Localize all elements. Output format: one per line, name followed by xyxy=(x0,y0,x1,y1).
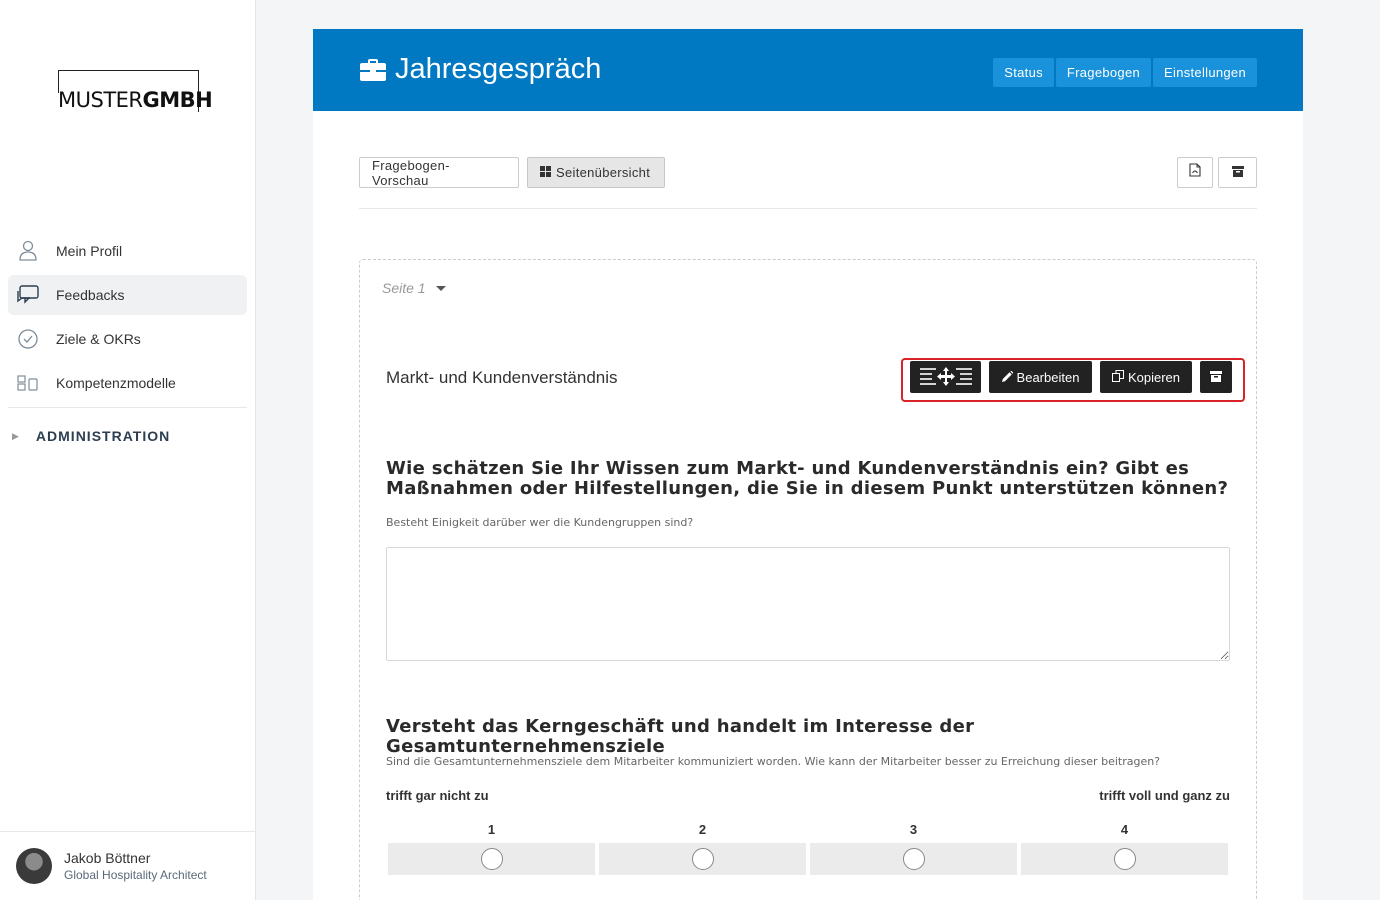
pdf-file-icon xyxy=(1189,163,1201,182)
user-name: Jakob Böttner xyxy=(64,850,151,866)
scale-option-4[interactable] xyxy=(1021,843,1228,875)
sidebar: MUSTERGMBH Mein Profil Feedbacks Ziele &… xyxy=(0,0,256,900)
section-title: Markt- und Kundenverständnis xyxy=(386,368,618,387)
sidebar-item-label: Mein Profil xyxy=(56,243,123,259)
question-1-title: Wie schätzen Sie Ihr Wissen zum Markt- u… xyxy=(386,458,1229,499)
einstellungen-button[interactable]: Einstellungen xyxy=(1153,58,1257,87)
scale-option-2[interactable] xyxy=(599,843,806,875)
archive-section-button[interactable] xyxy=(1200,361,1232,393)
archive-icon xyxy=(1231,164,1244,182)
scale-option-3[interactable] xyxy=(810,843,1017,875)
radio-button[interactable] xyxy=(480,848,503,870)
archive-button[interactable] xyxy=(1218,157,1257,188)
scale-number: 1 xyxy=(487,822,496,837)
bearbeiten-label: Bearbeiten xyxy=(1016,369,1080,385)
scale-option-1[interactable] xyxy=(388,843,595,875)
user-profile[interactable]: Jakob Böttner Global Hospitality Archite… xyxy=(0,831,255,900)
sidebar-item-kompetenzmodelle[interactable]: Kompetenzmodelle xyxy=(8,363,247,403)
model-icon xyxy=(16,371,40,395)
section-actions-highlight: Bearbeiten Kopieren xyxy=(901,358,1245,402)
page-title-text: Jahresgespräch xyxy=(395,53,602,85)
header-buttons: Status Fragebogen Einstellungen xyxy=(991,58,1257,87)
copy-icon xyxy=(1111,369,1124,385)
sidebar-item-feedbacks[interactable]: Feedbacks xyxy=(8,275,247,315)
main-content: Jahresgespräch Status Fragebogen Einstel… xyxy=(313,29,1303,900)
question-1-answer-textarea[interactable] xyxy=(386,547,1230,661)
radio-button[interactable] xyxy=(691,848,714,870)
seitenuebersicht-label: Seitenübersicht xyxy=(556,165,651,180)
scale-number: 4 xyxy=(1120,822,1129,837)
page-selector-label: Seite 1 xyxy=(382,280,426,296)
status-button[interactable]: Status xyxy=(993,58,1054,87)
logo-text-part1: MUSTER xyxy=(58,88,143,112)
page-title: Jahresgespräch xyxy=(359,53,601,86)
scale-number: 2 xyxy=(698,822,707,837)
question-2-title: Versteht das Kerngeschäft und handelt im… xyxy=(386,716,975,757)
fragebogen-vorschau-button[interactable]: Fragebogen-Vorschau xyxy=(359,157,519,188)
pencil-icon xyxy=(1001,370,1013,385)
check-circle-icon xyxy=(16,327,40,351)
user-icon xyxy=(16,239,40,263)
page-container: Seite 1 Markt- und Kundenverständnis Bea… xyxy=(359,259,1257,900)
drag-handle[interactable] xyxy=(910,361,981,393)
sidebar-item-label: Ziele & OKRs xyxy=(56,331,141,347)
sidebar-item-mein-profil[interactable]: Mein Profil xyxy=(8,231,247,271)
radio-button[interactable] xyxy=(1113,848,1136,870)
sidebar-nav: Mein Profil Feedbacks Ziele & OKRs Kompe… xyxy=(8,231,247,464)
user-role: Global Hospitality Architect xyxy=(64,868,207,882)
page-header: Jahresgespräch Status Fragebogen Einstel… xyxy=(313,29,1303,111)
sidebar-item-label: Feedbacks xyxy=(56,287,125,303)
fragebogen-button[interactable]: Fragebogen xyxy=(1055,58,1152,87)
scale-number: 3 xyxy=(909,822,918,837)
pdf-export-button[interactable] xyxy=(1177,157,1213,188)
scale-min-label: trifft gar nicht zu xyxy=(386,788,489,803)
archive-icon xyxy=(1210,370,1222,385)
question-1-help: Besteht Einigkeit darüber wer die Kunden… xyxy=(386,516,694,529)
briefcase-icon xyxy=(360,58,386,81)
chat-icon xyxy=(16,283,40,307)
scale-max-label: trifft voll und ganz zu xyxy=(1099,788,1230,803)
page-selector[interactable]: Seite 1 xyxy=(382,280,446,296)
toolbar: Fragebogen-Vorschau Seitenübersicht xyxy=(359,157,1257,209)
question-2-help: Sind die Gesamtunternehmensziele dem Mit… xyxy=(386,755,1161,768)
sidebar-item-label: ADMINISTRATION xyxy=(35,428,171,444)
avatar xyxy=(16,848,52,884)
caret-down-icon xyxy=(435,285,446,291)
radio-button[interactable] xyxy=(902,848,925,870)
grid-icon xyxy=(540,165,551,180)
kopieren-button[interactable]: Kopieren xyxy=(1100,361,1192,393)
drag-move-icon xyxy=(919,366,972,389)
seitenuebersicht-button[interactable]: Seitenübersicht xyxy=(527,157,665,188)
kopieren-label: Kopieren xyxy=(1127,369,1181,385)
bearbeiten-button[interactable]: Bearbeiten xyxy=(989,361,1092,393)
sidebar-item-administration[interactable]: ▶ ADMINISTRATION xyxy=(8,408,247,464)
sidebar-item-ziele-okrs[interactable]: Ziele & OKRs xyxy=(8,319,247,359)
logo-text-part2: GMBH xyxy=(142,88,213,112)
company-logo[interactable]: MUSTERGMBH xyxy=(58,70,213,112)
caret-right-icon: ▶ xyxy=(12,430,20,441)
sidebar-item-label: Kompetenzmodelle xyxy=(56,375,176,391)
